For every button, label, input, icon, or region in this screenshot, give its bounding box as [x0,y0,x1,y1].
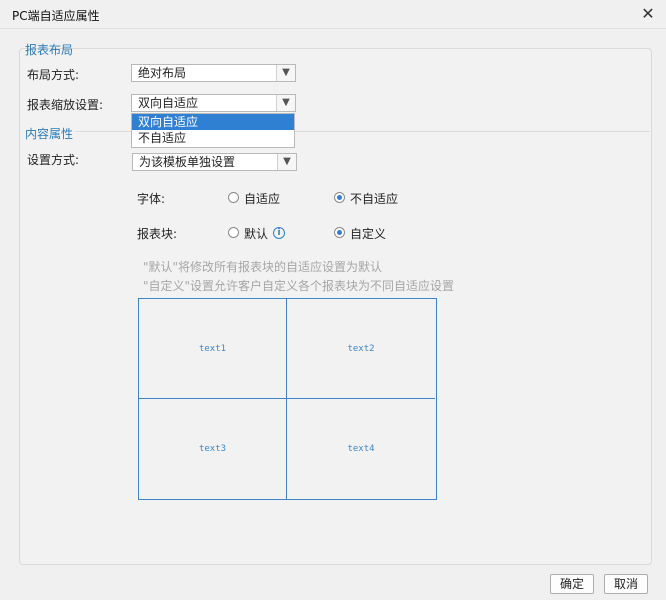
preview-cell: text1 [139,299,287,399]
preview-cell: text2 [287,299,435,399]
block-radio-custom[interactable] [334,227,345,238]
chevron-down-icon[interactable]: ▼ [276,95,295,111]
block-preview-grid: text1 text2 text3 text4 [138,298,437,500]
setting-mode-select[interactable]: 为该模板单独设置 ▼ [132,153,297,171]
block-radio-default[interactable] [228,227,239,238]
block-option-default[interactable]: 默认 [244,225,268,242]
block-label: 报表块: [137,227,178,241]
dropdown-option-none[interactable]: 不自适应 [132,130,294,146]
preview-cell: text4 [347,444,375,454]
font-radio-non-adaptive[interactable] [334,192,345,203]
font-option-non-adaptive[interactable]: 不自适应 [350,190,398,207]
font-option-adaptive[interactable]: 自适应 [244,190,280,207]
font-radio-adaptive[interactable] [228,192,239,203]
chevron-down-icon[interactable]: ▼ [276,65,295,81]
layout-mode-select[interactable]: 绝对布局 ▼ [131,64,296,82]
section-title-layout: 报表布局 [25,43,74,57]
section-divider [75,48,650,49]
hint-text: "默认"将修改所有报表块的自适应设置为默认 [143,260,383,274]
section-title-content: 内容属性 [25,127,74,141]
dropdown-option-bidirectional[interactable]: 双向自适应 [132,114,294,130]
ok-button[interactable]: 确定 [550,574,594,594]
block-option-custom[interactable]: 自定义 [350,225,386,242]
zoom-setting-dropdown: 双向自适应 不自适应 [131,113,295,148]
layout-mode-label: 布局方式: [27,68,80,82]
title-bar: PC端自适应属性 ✕ [0,0,666,29]
preview-cell: text3 [139,399,287,499]
setting-mode-value: 为该模板单独设置 [139,155,236,169]
chevron-down-icon[interactable]: ▼ [277,154,296,170]
close-icon[interactable]: ✕ [638,4,658,24]
cancel-button[interactable]: 取消 [604,574,648,594]
window-title: PC端自适应属性 [12,9,100,23]
font-label: 字体: [137,192,166,206]
layout-mode-value: 绝对布局 [138,66,187,80]
info-icon[interactable]: i [273,227,285,239]
hint-text: "自定义"设置允许客户自定义各个报表块为不同自适应设置 [143,279,455,293]
setting-mode-label: 设置方式: [27,153,80,167]
zoom-setting-label: 报表缩放设置: [27,98,104,112]
zoom-setting-value: 双向自适应 [138,96,199,110]
zoom-setting-select[interactable]: 双向自适应 ▼ [131,94,296,112]
